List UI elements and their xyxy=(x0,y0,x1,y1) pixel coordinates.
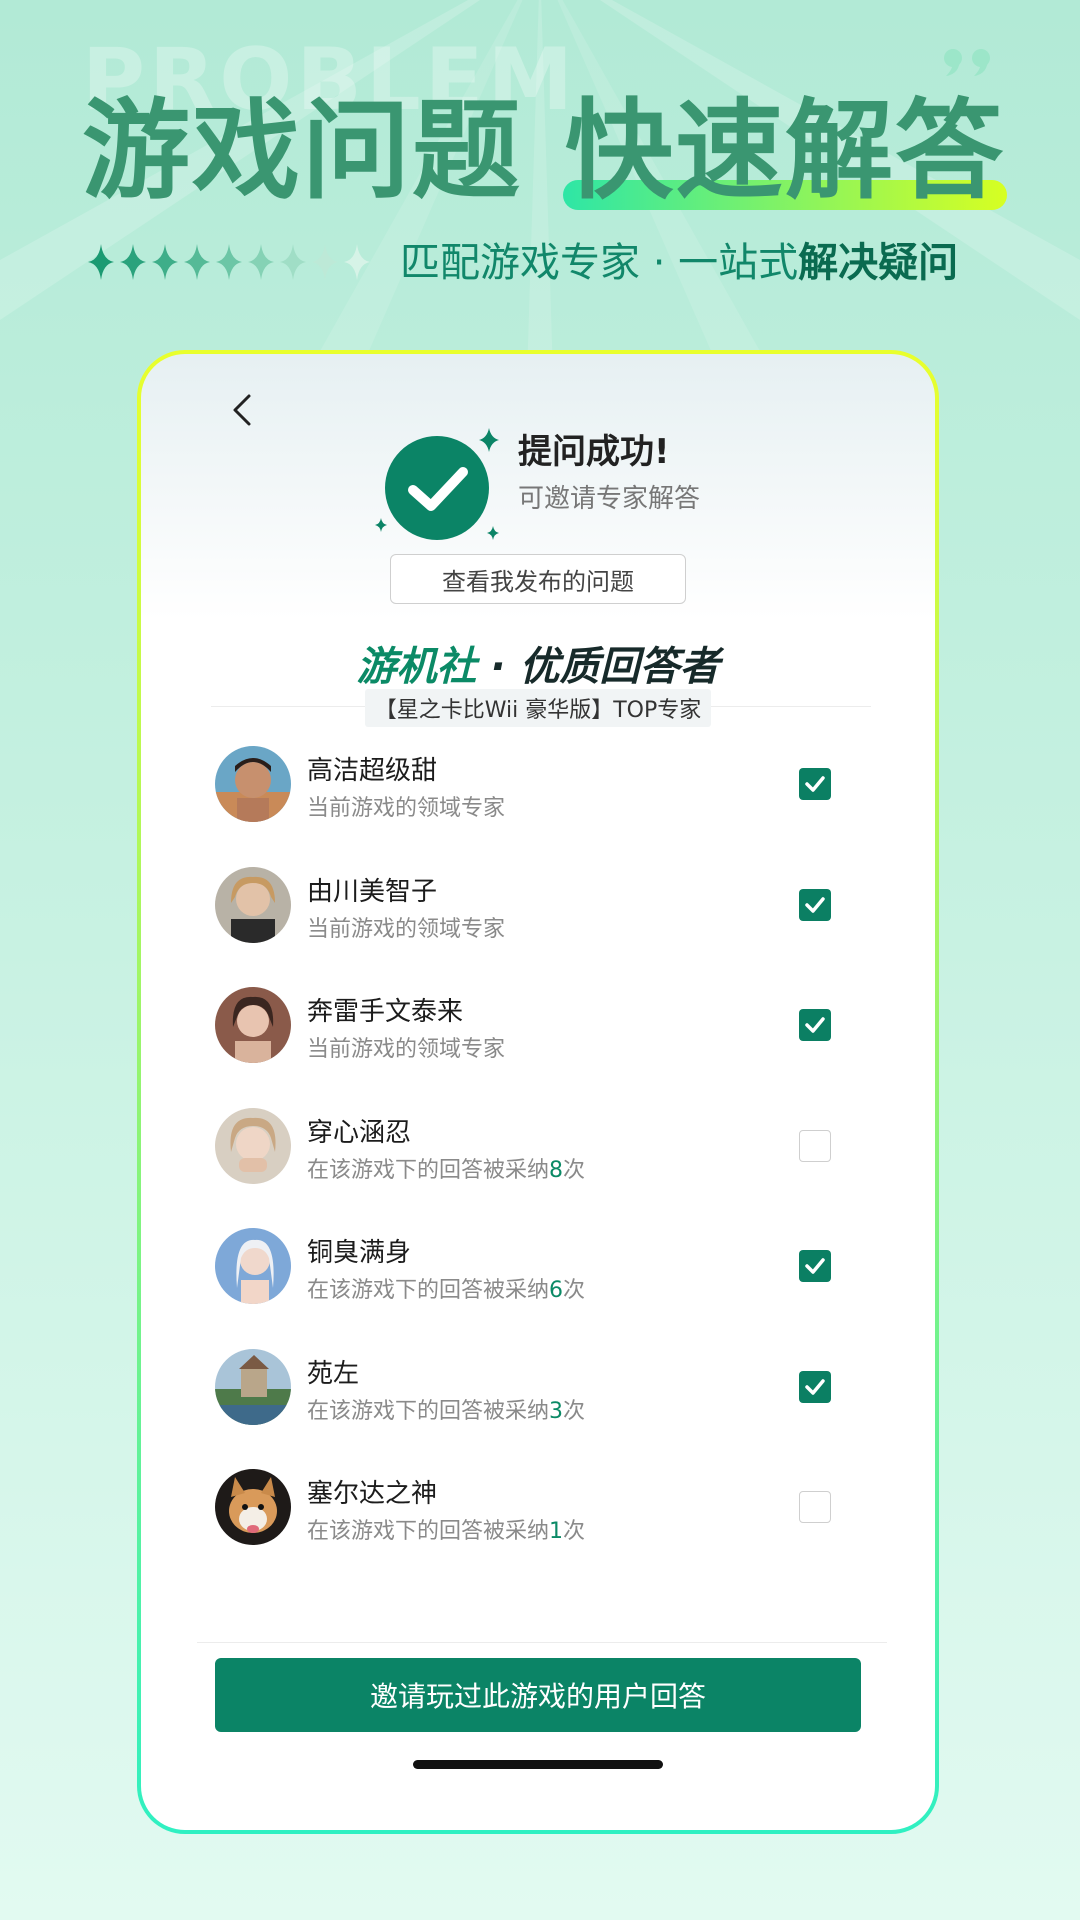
expert-name: 高洁超级甜 xyxy=(307,756,438,786)
sparkle-row xyxy=(88,244,370,280)
divider xyxy=(197,1642,887,1643)
expert-desc: 当前游戏的领域专家 xyxy=(307,1037,506,1062)
expert-desc: 在该游戏下的回答被采纳1次 xyxy=(307,1519,586,1544)
check-icon xyxy=(805,1378,825,1395)
sparkle-icon xyxy=(184,244,210,280)
expert-name: 由川美智子 xyxy=(307,876,438,907)
sparkle-icon xyxy=(312,244,338,280)
expert-checkbox-unchecked[interactable] xyxy=(799,1129,831,1162)
expert-checkbox-unchecked[interactable] xyxy=(799,1491,831,1523)
check-icon xyxy=(805,1258,825,1274)
success-title: 提问成功! xyxy=(518,432,670,472)
club-title-brand: 游机社 xyxy=(356,644,477,690)
expert-row[interactable]: 塞尔达之神 在该游戏下的回答被采纳1次 xyxy=(215,1455,855,1576)
quote-mark-icon xyxy=(944,49,990,76)
phone-frame: 提问成功! 可邀请专家解答 查看我发布的问题 游机社 · 优质回答者 【星之卡比… xyxy=(137,350,939,1834)
phone-screen: 提问成功! 可邀请专家解答 查看我发布的问题 游机社 · 优质回答者 【星之卡比… xyxy=(141,354,935,1830)
expert-row[interactable]: 高洁超级甜 当前游戏的领域专家 xyxy=(215,732,855,853)
success-subtitle: 可邀请专家解答 xyxy=(518,484,701,514)
tagline-normal: 匹配游戏专家 · 一站式 xyxy=(400,240,799,286)
expert-name: 铜臭满身 xyxy=(307,1238,412,1268)
expert-row[interactable]: 由川美智子 当前游戏的领域专家 xyxy=(215,853,855,974)
expert-desc: 在该游戏下的回答被采纳8次 xyxy=(307,1157,586,1183)
avatar xyxy=(215,987,291,1063)
club-title: 游机社 · 优质回答者 xyxy=(141,634,935,692)
tagline: 匹配游戏专家 · 一站式解决疑问 xyxy=(400,238,958,288)
expert-checkbox-checked[interactable] xyxy=(799,1250,831,1282)
expert-row[interactable]: 奔雷手文泰来 当前游戏的领域专家 xyxy=(215,973,855,1094)
expert-desc: 当前游戏的领域专家 xyxy=(307,796,506,821)
expert-desc: 当前游戏的领域专家 xyxy=(307,916,506,942)
expert-checkbox-checked[interactable] xyxy=(799,1370,831,1403)
expert-checkbox-checked[interactable] xyxy=(799,888,831,921)
avatar xyxy=(215,1228,291,1304)
top-experts-label: 【星之卡比Wii 豪华版】TOP专家 xyxy=(364,689,712,727)
invite-players-button[interactable]: 邀请玩过此游戏的用户回答 xyxy=(215,1658,861,1732)
tagline-bold: 解决疑问 xyxy=(798,240,959,286)
sparkle-icon xyxy=(280,244,306,280)
avatar xyxy=(215,866,291,943)
check-icon xyxy=(805,896,825,913)
headline-part1: 游戏问题 xyxy=(82,89,523,214)
sparkle-icon xyxy=(216,244,242,280)
club-title-rest: · 优质回答者 xyxy=(476,644,720,690)
headline-part2: 快速解答 xyxy=(565,89,1006,214)
success-check-icon xyxy=(375,428,499,540)
expert-desc: 在该游戏下的回答被采纳3次 xyxy=(307,1398,586,1424)
sparkle-icon xyxy=(120,244,146,280)
expert-row[interactable]: 铜臭满身 在该游戏下的回答被采纳6次 xyxy=(215,1214,855,1335)
check-icon xyxy=(805,1017,825,1033)
avatar xyxy=(215,746,291,822)
expert-name: 塞尔达之神 xyxy=(307,1479,438,1509)
expert-desc: 在该游戏下的回答被采纳6次 xyxy=(307,1278,586,1303)
sparkle-icon xyxy=(88,244,114,280)
view-my-question-button[interactable]: 查看我发布的问题 xyxy=(390,554,686,604)
expert-name: 奔雷手文泰来 xyxy=(307,997,464,1027)
chevron-left-icon[interactable] xyxy=(221,384,261,434)
sparkle-icon xyxy=(152,244,178,280)
expert-checkbox-checked[interactable] xyxy=(799,768,831,800)
expert-checkbox-checked[interactable] xyxy=(799,1009,831,1041)
avatar xyxy=(215,1348,291,1425)
expert-row[interactable]: 苑左 在该游戏下的回答被采纳3次 xyxy=(215,1335,855,1456)
home-indicator xyxy=(413,1760,663,1769)
expert-name: 穿心涵忍 xyxy=(307,1117,412,1148)
check-icon xyxy=(805,776,825,792)
sparkle-icon xyxy=(344,244,370,280)
headline: 游戏问题 快速解答 xyxy=(82,92,1012,212)
expert-list: 高洁超级甜 当前游戏的领域专家 由川美智子 当前游戏的领域专家 奔雷手文泰来 当… xyxy=(215,732,855,1576)
top-experts-label-wrap: 【星之卡比Wii 豪华版】TOP专家 xyxy=(141,689,935,727)
sparkle-icon xyxy=(248,244,274,280)
expert-name: 苑左 xyxy=(307,1358,360,1389)
avatar xyxy=(215,1469,291,1545)
avatar xyxy=(215,1107,291,1184)
expert-row[interactable]: 穿心涵忍 在该游戏下的回答被采纳8次 xyxy=(215,1094,855,1215)
